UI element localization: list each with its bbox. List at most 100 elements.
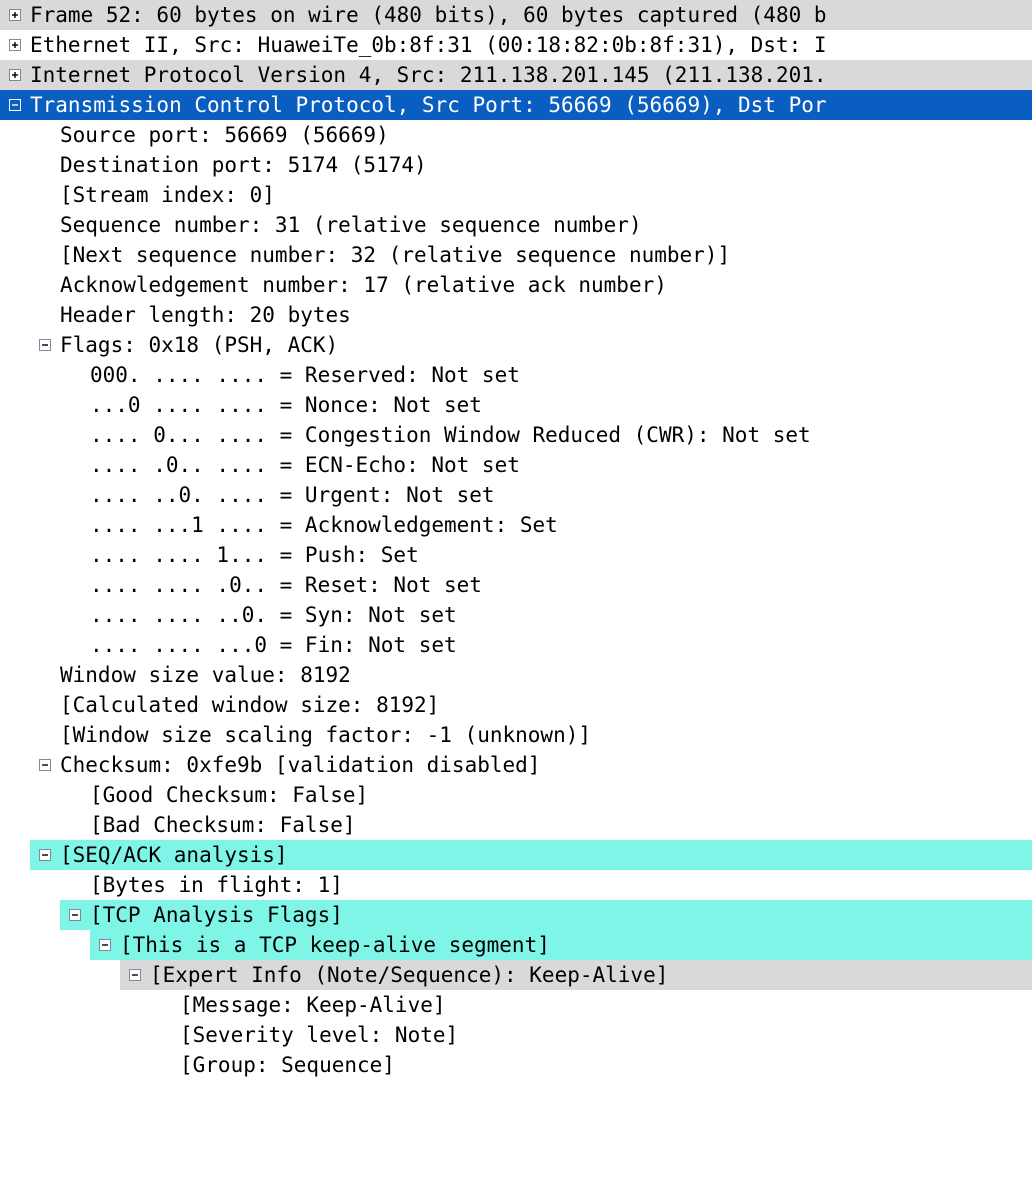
- tree-row[interactable]: [Bad Checksum: False]: [0, 810, 1032, 840]
- spacer: [30, 240, 60, 270]
- tree-row[interactable]: [Next sequence number: 32 (relative sequ…: [0, 240, 1032, 270]
- tree-row[interactable]: Sequence number: 31 (relative sequence n…: [0, 210, 1032, 240]
- collapse-icon[interactable]: [30, 330, 60, 360]
- tree-label[interactable]: [Severity level: Note]: [180, 1020, 1032, 1050]
- indent-cell: [0, 330, 30, 360]
- tree-label[interactable]: Destination port: 5174 (5174): [60, 150, 1032, 180]
- spacer: [30, 210, 60, 240]
- indent-cell: [0, 1020, 30, 1050]
- tree-row[interactable]: Destination port: 5174 (5174): [0, 150, 1032, 180]
- tree-label[interactable]: .... ...1 .... = Acknowledgement: Set: [90, 510, 1032, 540]
- indent-cell: [30, 930, 60, 960]
- tree-row[interactable]: Acknowledgement number: 17 (relative ack…: [0, 270, 1032, 300]
- indent-cell: [0, 660, 30, 690]
- tree-label[interactable]: ...0 .... .... = Nonce: Not set: [90, 390, 1032, 420]
- expand-icon[interactable]: [0, 30, 30, 60]
- tree-label[interactable]: Transmission Control Protocol, Src Port:…: [30, 90, 1032, 120]
- tree-label[interactable]: [Stream index: 0]: [60, 180, 1032, 210]
- tree-label[interactable]: [Good Checksum: False]: [90, 780, 1032, 810]
- collapse-icon[interactable]: [30, 750, 60, 780]
- tree-row[interactable]: Ethernet II, Src: HuaweiTe_0b:8f:31 (00:…: [0, 30, 1032, 60]
- tree-label[interactable]: Frame 52: 60 bytes on wire (480 bits), 6…: [30, 0, 1032, 30]
- tree-row[interactable]: .... .... .0.. = Reset: Not set: [0, 570, 1032, 600]
- tree-label[interactable]: .... .... 1... = Push: Set: [90, 540, 1032, 570]
- tree-label[interactable]: [Bytes in flight: 1]: [90, 870, 1032, 900]
- tree-label[interactable]: .... .... ..0. = Syn: Not set: [90, 600, 1032, 630]
- tree-label[interactable]: Source port: 56669 (56669): [60, 120, 1032, 150]
- indent-cell: [0, 990, 30, 1020]
- collapse-icon[interactable]: [30, 840, 60, 870]
- tree-row[interactable]: [Stream index: 0]: [0, 180, 1032, 210]
- collapse-icon[interactable]: [60, 900, 90, 930]
- tree-row[interactable]: Frame 52: 60 bytes on wire (480 bits), 6…: [0, 0, 1032, 30]
- tree-row[interactable]: [Message: Keep-Alive]: [0, 990, 1032, 1020]
- tree-label[interactable]: 000. .... .... = Reserved: Not set: [90, 360, 1032, 390]
- tree-label[interactable]: [Window size scaling factor: -1 (unknown…: [60, 720, 1032, 750]
- indent-cell: [0, 180, 30, 210]
- packet-details-tree[interactable]: Frame 52: 60 bytes on wire (480 bits), 6…: [0, 0, 1032, 1080]
- indent-cell: [0, 390, 30, 420]
- tree-label[interactable]: Flags: 0x18 (PSH, ACK): [60, 330, 1032, 360]
- tree-label[interactable]: Header length: 20 bytes: [60, 300, 1032, 330]
- tree-row[interactable]: [TCP Analysis Flags]: [0, 900, 1032, 930]
- indent-cell: [30, 390, 60, 420]
- indent-cell: [30, 1020, 60, 1050]
- tree-label[interactable]: .... .... ...0 = Fin: Not set: [90, 630, 1032, 660]
- indent-cell: [30, 780, 60, 810]
- tree-label[interactable]: [Calculated window size: 8192]: [60, 690, 1032, 720]
- indent-cell: [0, 930, 30, 960]
- tree-row[interactable]: [Calculated window size: 8192]: [0, 690, 1032, 720]
- tree-row[interactable]: .... .... ...0 = Fin: Not set: [0, 630, 1032, 660]
- tree-label[interactable]: .... 0... .... = Congestion Window Reduc…: [90, 420, 1032, 450]
- tree-label[interactable]: [Expert Info (Note/Sequence): Keep-Alive…: [150, 960, 1032, 990]
- tree-row[interactable]: .... ..0. .... = Urgent: Not set: [0, 480, 1032, 510]
- tree-label[interactable]: .... .... .0.. = Reset: Not set: [90, 570, 1032, 600]
- tree-label[interactable]: Ethernet II, Src: HuaweiTe_0b:8f:31 (00:…: [30, 30, 1032, 60]
- tree-label[interactable]: [Message: Keep-Alive]: [180, 990, 1032, 1020]
- tree-label[interactable]: [Group: Sequence]: [180, 1050, 1032, 1080]
- tree-row[interactable]: .... .0.. .... = ECN-Echo: Not set: [0, 450, 1032, 480]
- tree-label[interactable]: [This is a TCP keep-alive segment]: [120, 930, 1032, 960]
- spacer: [60, 630, 90, 660]
- tree-row[interactable]: Internet Protocol Version 4, Src: 211.13…: [0, 60, 1032, 90]
- tree-label[interactable]: Checksum: 0xfe9b [validation disabled]: [60, 750, 1032, 780]
- tree-row[interactable]: [This is a TCP keep-alive segment]: [0, 930, 1032, 960]
- tree-label[interactable]: Sequence number: 31 (relative sequence n…: [60, 210, 1032, 240]
- tree-row[interactable]: Header length: 20 bytes: [0, 300, 1032, 330]
- tree-row[interactable]: .... .... ..0. = Syn: Not set: [0, 600, 1032, 630]
- tree-row[interactable]: .... 0... .... = Congestion Window Reduc…: [0, 420, 1032, 450]
- tree-row[interactable]: [Group: Sequence]: [0, 1050, 1032, 1080]
- expand-icon[interactable]: [0, 0, 30, 30]
- tree-label[interactable]: .... .0.. .... = ECN-Echo: Not set: [90, 450, 1032, 480]
- tree-label[interactable]: [TCP Analysis Flags]: [90, 900, 1032, 930]
- indent-cell: [30, 420, 60, 450]
- indent-cell: [30, 990, 60, 1020]
- tree-row[interactable]: 000. .... .... = Reserved: Not set: [0, 360, 1032, 390]
- tree-row[interactable]: Checksum: 0xfe9b [validation disabled]: [0, 750, 1032, 780]
- tree-row[interactable]: [SEQ/ACK analysis]: [0, 840, 1032, 870]
- tree-row[interactable]: Window size value: 8192: [0, 660, 1032, 690]
- tree-row[interactable]: .... .... 1... = Push: Set: [0, 540, 1032, 570]
- tree-row[interactable]: [Expert Info (Note/Sequence): Keep-Alive…: [0, 960, 1032, 990]
- tree-row[interactable]: ...0 .... .... = Nonce: Not set: [0, 390, 1032, 420]
- collapse-icon[interactable]: [0, 90, 30, 120]
- expand-icon[interactable]: [0, 60, 30, 90]
- tree-row[interactable]: [Window size scaling factor: -1 (unknown…: [0, 720, 1032, 750]
- tree-label[interactable]: [SEQ/ACK analysis]: [60, 840, 1032, 870]
- tree-row[interactable]: .... ...1 .... = Acknowledgement: Set: [0, 510, 1032, 540]
- tree-row[interactable]: [Bytes in flight: 1]: [0, 870, 1032, 900]
- tree-label[interactable]: [Bad Checksum: False]: [90, 810, 1032, 840]
- tree-row[interactable]: Source port: 56669 (56669): [0, 120, 1032, 150]
- tree-row[interactable]: Transmission Control Protocol, Src Port:…: [0, 90, 1032, 120]
- tree-label[interactable]: [Next sequence number: 32 (relative sequ…: [60, 240, 1032, 270]
- tree-row[interactable]: [Severity level: Note]: [0, 1020, 1032, 1050]
- collapse-icon[interactable]: [120, 960, 150, 990]
- tree-label[interactable]: Window size value: 8192: [60, 660, 1032, 690]
- indent-cell: [60, 960, 90, 990]
- tree-label[interactable]: Acknowledgement number: 17 (relative ack…: [60, 270, 1032, 300]
- tree-row[interactable]: [Good Checksum: False]: [0, 780, 1032, 810]
- tree-label[interactable]: .... ..0. .... = Urgent: Not set: [90, 480, 1032, 510]
- collapse-icon[interactable]: [90, 930, 120, 960]
- tree-label[interactable]: Internet Protocol Version 4, Src: 211.13…: [30, 60, 1032, 90]
- tree-row[interactable]: Flags: 0x18 (PSH, ACK): [0, 330, 1032, 360]
